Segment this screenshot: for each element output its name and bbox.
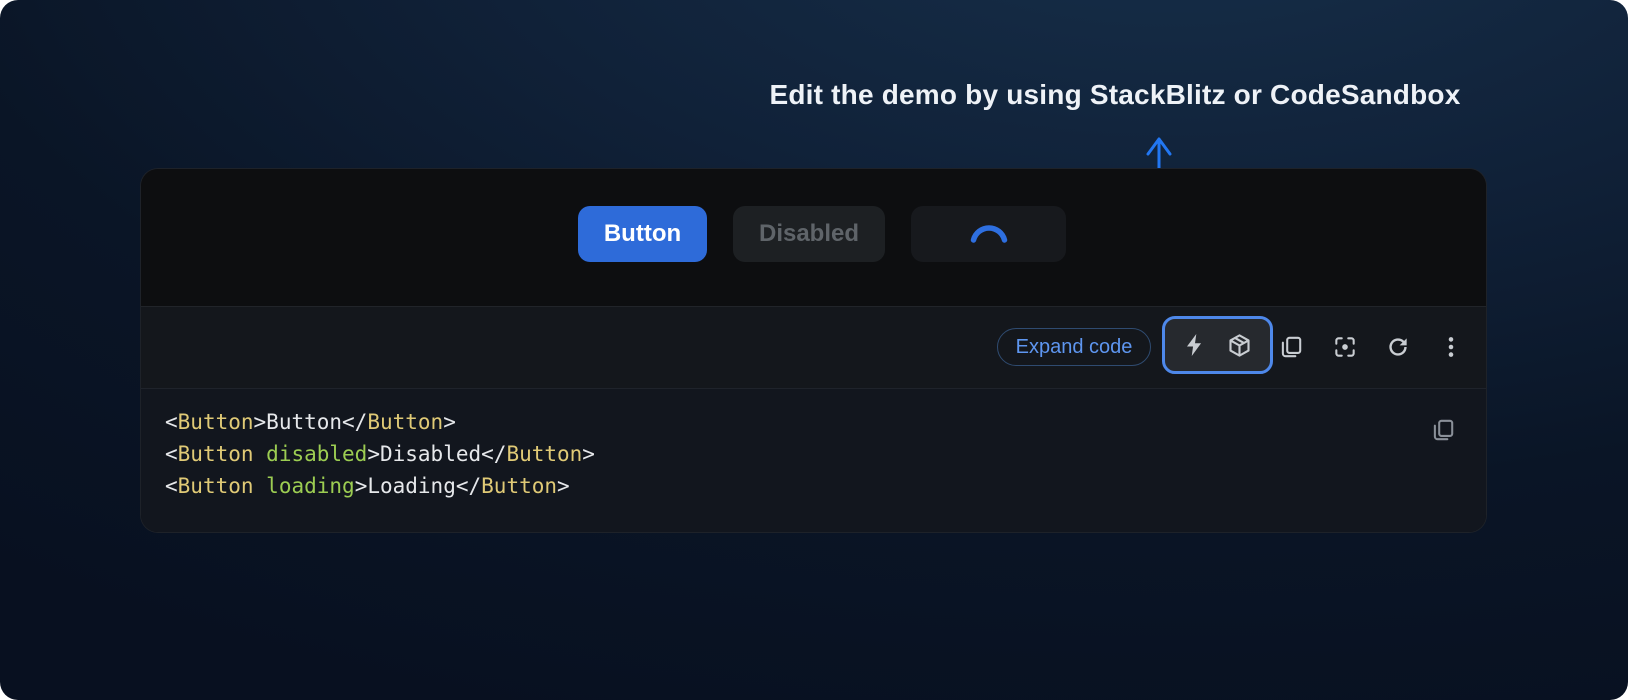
stackblitz-lightning-icon[interactable] — [1181, 331, 1209, 359]
demo-preview-area: Button Disabled — [141, 169, 1486, 306]
demo-disabled-button-label: Disabled — [759, 220, 859, 248]
focus-capture-icon[interactable] — [1331, 333, 1359, 361]
code-line: <Button>Button</Button> — [165, 406, 1462, 438]
copy-icon[interactable] — [1430, 417, 1456, 443]
spinner-icon — [969, 214, 1009, 254]
codesandbox-cube-icon[interactable] — [1226, 331, 1254, 359]
copy-icon[interactable] — [1277, 333, 1305, 361]
refresh-icon[interactable] — [1384, 333, 1412, 361]
demo-loading-button[interactable] — [911, 206, 1066, 262]
code-line: <Button disabled>Disabled</Button> — [165, 438, 1462, 470]
demo-primary-button[interactable]: Button — [578, 206, 707, 262]
code-block: <Button>Button</Button><Button disabled>… — [141, 388, 1486, 533]
code-line: <Button loading>Loading</Button> — [165, 470, 1462, 502]
component-demo-card: Button Disabled Expand code — [140, 168, 1487, 533]
kebab-menu-icon[interactable] — [1437, 333, 1465, 361]
expand-code-button[interactable]: Expand code — [997, 328, 1151, 366]
demo-primary-button-label: Button — [604, 220, 681, 248]
demo-toolbar: Expand code — [141, 306, 1486, 388]
docs-demo-page: Edit the demo by using StackBlitz or Cod… — [0, 0, 1628, 700]
annotation-text: Edit the demo by using StackBlitz or Cod… — [760, 79, 1470, 111]
expand-code-label: Expand code — [1016, 336, 1133, 359]
code-lines: <Button>Button</Button><Button disabled>… — [165, 406, 1462, 502]
highlighted-editor-icons — [1162, 316, 1273, 374]
demo-disabled-button: Disabled — [733, 206, 885, 262]
